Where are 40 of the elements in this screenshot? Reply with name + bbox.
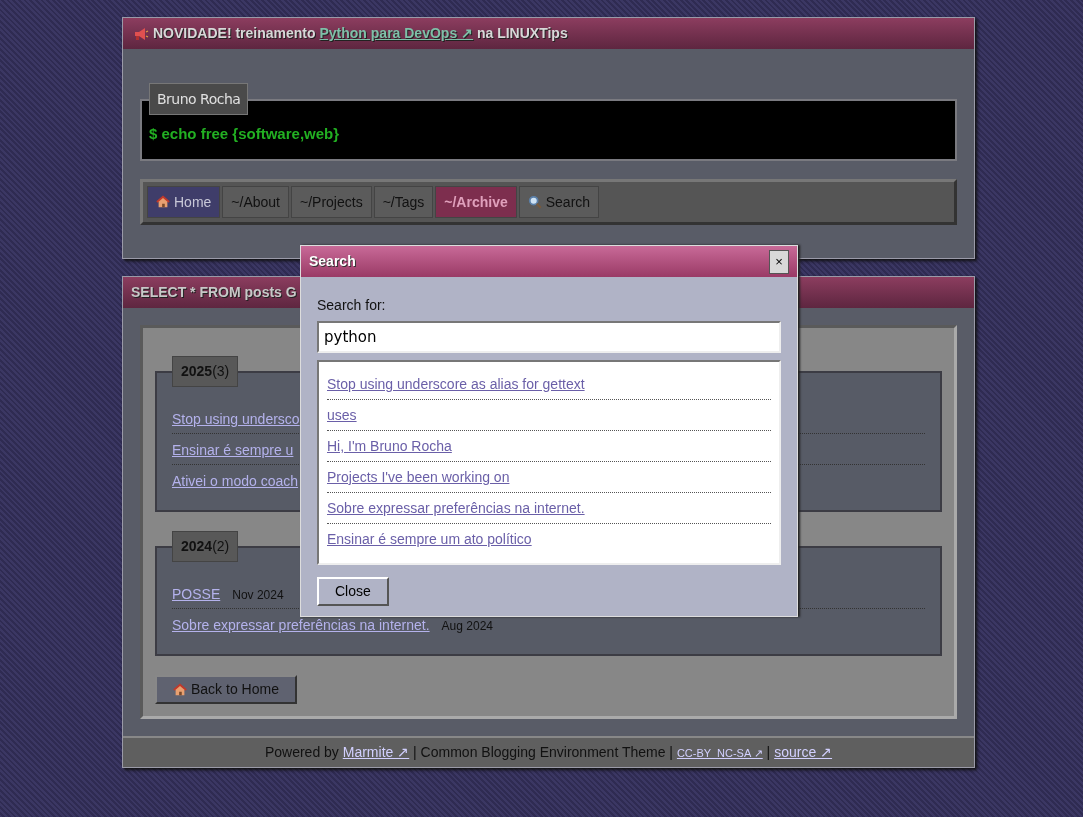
post-date: Aug 2024: [441, 618, 493, 635]
nav-tab[interactable]: Home: [147, 186, 221, 218]
year-legend: 2025(3): [172, 356, 239, 387]
announcement-text: NOVIDADE! treinamento Python para DevOps ↗ na LINUXTips: [153, 24, 568, 43]
year-legend: 2024(2): [172, 531, 239, 562]
footer-link[interactable]: CC-BY NC-SA ↗: [676, 747, 763, 759]
post-link[interactable]: Sobre expressar preferências na internet.: [172, 615, 430, 636]
nav-tab[interactable]: ~/Projects: [291, 186, 372, 218]
nav-tab[interactable]: ~/Archive: [435, 186, 517, 218]
result-link[interactable]: Hi, I'm Bruno Rocha: [327, 435, 452, 457]
search-icon: [527, 195, 542, 209]
search-field[interactable]: python: [317, 321, 781, 353]
nav-tab[interactable]: Search: [518, 186, 600, 218]
result-link[interactable]: uses: [327, 404, 357, 426]
close-button[interactable]: ×: [769, 249, 789, 274]
footer-link[interactable]: Marmite ↗: [342, 744, 410, 760]
announcement-link[interactable]: Python para DevOps ↗: [319, 25, 474, 41]
dialog-title: Search: [309, 252, 356, 271]
result-link[interactable]: Sobre expressar preferências na internet.: [327, 497, 585, 519]
result-link[interactable]: Stop using underscore as alias for gettext: [327, 373, 585, 395]
footer-link[interactable]: source ↗: [774, 744, 833, 760]
nav-tab[interactable]: ~/Tags: [373, 186, 434, 218]
tagline-text: $ echo free {software,web}: [149, 123, 340, 144]
post-link[interactable]: Ensinar é sempre u: [172, 440, 294, 461]
post-date: Nov 2024: [232, 587, 284, 604]
post-link[interactable]: POSSE: [172, 584, 221, 605]
footer-text: Powered by Marmite ↗ | Common Blogging Environment Theme | CC-BY NC-SA ↗ | source ↗: [264, 743, 833, 762]
post-link[interactable]: Ativei o modo coach: [172, 471, 299, 492]
result-link[interactable]: Ensinar é sempre um ato político: [327, 529, 532, 550]
search-label: Search for:: [317, 296, 387, 315]
house-icon: [173, 682, 187, 697]
archive-title: SELECT * FROM posts G: [131, 283, 297, 302]
result-link[interactable]: Projects I've been working on: [327, 466, 510, 488]
megaphone-icon: [133, 25, 149, 42]
dialog-close-button[interactable]: Close: [317, 577, 389, 606]
back-home-button[interactable]: Back to Home: [155, 675, 297, 704]
nav-tab[interactable]: ~/About: [222, 186, 289, 218]
post-link[interactable]: Stop using undersco: [172, 409, 300, 430]
house-icon: [156, 195, 170, 209]
author-legend: Bruno Rocha: [149, 83, 249, 115]
